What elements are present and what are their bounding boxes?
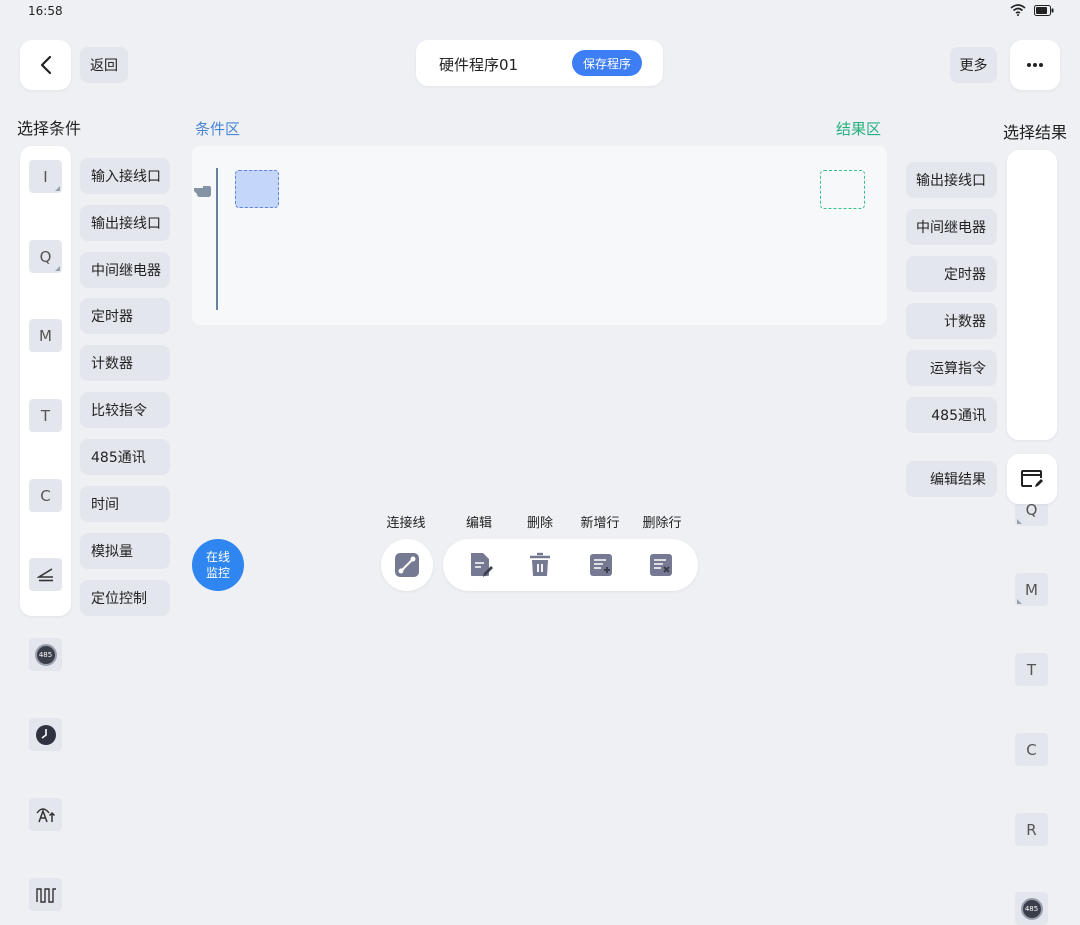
result-slot[interactable] <box>820 170 865 209</box>
wifi-icon <box>1010 4 1026 16</box>
condition-positioning[interactable]: 定位控制 <box>80 580 170 616</box>
edit-button[interactable] <box>463 547 499 583</box>
status-icons <box>1010 4 1054 16</box>
condition-485-button[interactable]: 485 <box>29 638 62 671</box>
analog-icon <box>35 807 55 822</box>
condition-analog-button[interactable] <box>29 798 62 831</box>
edit-document-icon <box>471 553 493 577</box>
condition-compare-button[interactable] <box>29 558 62 591</box>
online-monitor-line2: 监控 <box>205 566 230 580</box>
condition-timer[interactable]: 定时器 <box>80 298 170 334</box>
ladder-canvas[interactable] <box>192 146 887 325</box>
back-button[interactable] <box>20 40 71 90</box>
compare-icon <box>36 567 53 581</box>
trash-icon <box>530 552 550 576</box>
result-C-button[interactable]: C <box>1015 733 1048 766</box>
result-area-title: 结果区 <box>836 120 882 138</box>
delete-row-label: 删除行 <box>642 516 682 531</box>
condition-counter[interactable]: 计数器 <box>80 345 170 381</box>
result-R-button[interactable]: R <box>1015 813 1048 846</box>
condition-compare[interactable]: 比较指令 <box>80 392 170 428</box>
result-output-port[interactable]: 输出接线口 <box>906 162 997 198</box>
condition-485[interactable]: 485通讯 <box>80 439 170 475</box>
condition-Q-button[interactable]: Q <box>29 240 62 273</box>
delete-row-icon <box>650 554 672 576</box>
condition-output-port[interactable]: 输出接线口 <box>80 205 170 241</box>
delete-label: 删除 <box>526 516 553 531</box>
condition-M-button[interactable]: M <box>29 319 62 352</box>
more-button[interactable] <box>1010 40 1060 90</box>
485-icon: 485 <box>34 643 57 666</box>
condition-slot[interactable] <box>235 170 279 208</box>
edit-label: 编辑 <box>465 516 492 531</box>
condition-C-button[interactable]: C <box>29 479 62 512</box>
result-symbol-column <box>1007 150 1057 440</box>
condition-pulse-button[interactable] <box>29 878 62 911</box>
condition-time[interactable]: 时间 <box>80 486 170 522</box>
select-result-title: 选择结果 <box>1003 123 1068 142</box>
clock-icon <box>35 724 56 745</box>
condition-symbol-column <box>20 146 71 616</box>
485-icon: 485 <box>1020 897 1043 920</box>
edit-toolbar <box>443 539 698 591</box>
battery-icon <box>1034 4 1054 16</box>
edit-result-icon-button[interactable] <box>1007 454 1057 504</box>
status-time: 16:58 <box>28 4 63 18</box>
condition-area-title: 条件区 <box>195 120 241 138</box>
add-row-button[interactable] <box>583 547 619 583</box>
condition-input-port[interactable]: 输入接线口 <box>80 158 170 194</box>
result-M-button[interactable]: M <box>1015 573 1048 606</box>
save-program-button[interactable]: 保存程序 <box>572 50 642 76</box>
delete-row-button[interactable] <box>643 547 679 583</box>
pulse-icon <box>35 887 56 903</box>
condition-analog[interactable]: 模拟量 <box>80 533 170 569</box>
edit-result-button[interactable]: 编辑结果 <box>906 461 997 497</box>
connect-line-button[interactable] <box>381 539 433 591</box>
chevron-left-icon <box>40 55 51 75</box>
add-row-icon <box>590 554 612 576</box>
result-485[interactable]: 485通讯 <box>906 397 997 433</box>
back-text-button[interactable]: 返回 <box>80 47 128 83</box>
add-row-label: 新增行 <box>580 516 620 531</box>
connect-label: 连接线 <box>386 516 426 531</box>
select-condition-title: 选择条件 <box>17 119 82 138</box>
result-485-button[interactable]: 485 <box>1015 892 1048 925</box>
online-monitor-line1: 在线 <box>205 550 230 564</box>
condition-relay[interactable]: 中间继电器 <box>80 252 170 288</box>
online-monitor-button[interactable]: 在线 监控 <box>192 539 244 591</box>
ellipsis-icon <box>1027 63 1043 67</box>
result-T-button[interactable]: T <box>1015 653 1048 686</box>
condition-I-button[interactable]: I <box>29 160 62 193</box>
program-title-bar: 硬件程序01 保存程序 <box>416 40 663 86</box>
more-text-button[interactable]: 更多 <box>950 47 997 83</box>
program-name: 硬件程序01 <box>439 56 519 74</box>
result-relay[interactable]: 中间继电器 <box>906 209 997 245</box>
result-counter[interactable]: 计数器 <box>906 303 997 339</box>
condition-T-button[interactable]: T <box>29 399 62 432</box>
result-timer[interactable]: 定时器 <box>906 256 997 292</box>
result-operation[interactable]: 运算指令 <box>906 350 997 386</box>
edit-window-icon <box>1021 470 1043 487</box>
pointer-hand-icon <box>194 186 211 197</box>
power-rail <box>216 168 218 310</box>
condition-clock-button[interactable] <box>29 718 62 751</box>
delete-button[interactable] <box>522 547 558 583</box>
connect-line-icon <box>395 553 419 577</box>
